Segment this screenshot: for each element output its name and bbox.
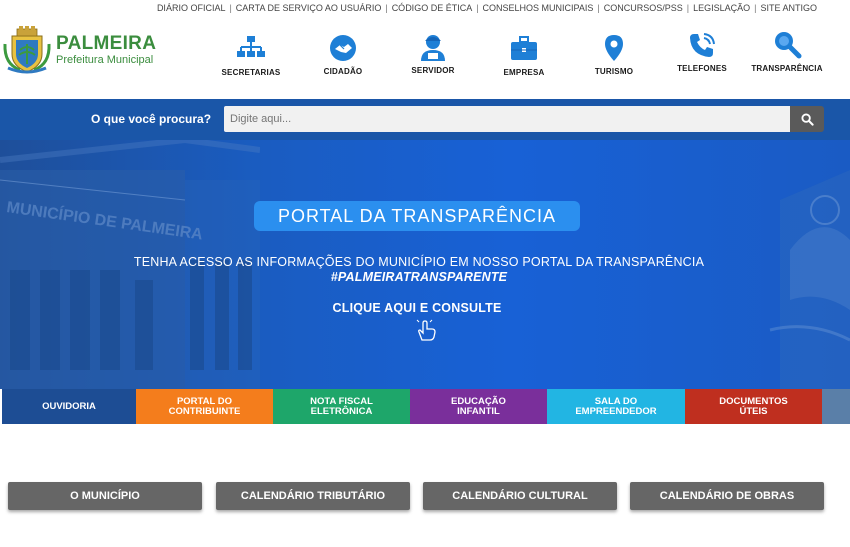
separator: |	[476, 3, 479, 13]
phone-icon	[690, 33, 715, 57]
link-site-antigo[interactable]: SITE ANTIGO	[760, 3, 817, 13]
org-chart-icon	[237, 36, 265, 57]
search-button[interactable]	[790, 106, 824, 132]
button-calendario-cultural[interactable]: CALENDÁRIO CULTURAL	[423, 482, 617, 510]
tab-educacao-infantil[interactable]: EDUCAÇÃO INFANTIL	[410, 389, 547, 424]
magnifier-icon	[775, 32, 802, 59]
nav-secretarias[interactable]: SECRETARIAS	[206, 34, 296, 77]
nav-label: SECRETARIAS	[221, 68, 281, 77]
service-tabs: OUVIDORIA PORTAL DO CONTRIBUINTE NOTA FIS…	[0, 389, 850, 424]
separator: |	[597, 3, 600, 13]
tab-label: PORTAL DO CONTRIBUINTE	[168, 395, 241, 417]
nav-label: SERVIDOR	[411, 66, 455, 75]
nav-telefones[interactable]: TELEFONES	[657, 30, 747, 73]
search-bar: O que você procura?	[0, 99, 850, 140]
page: DIÁRIO OFICIAL | CARTA DE SERVIÇO AO USUÁR…	[0, 0, 850, 547]
separator: |	[229, 3, 232, 13]
tab-label: SALA DO EMPREENDEDOR	[575, 395, 657, 417]
button-calendario-tributario[interactable]: CALENDÁRIO TRIBUTÁRIO	[216, 482, 410, 510]
portal-title: PORTAL DA TRANSPARÊNCIA	[254, 201, 580, 231]
briefcase-icon	[511, 36, 537, 60]
tab-label: EDUCAÇÃO INFANTIL	[451, 395, 506, 417]
nav-empresa[interactable]: EMPRESA	[479, 34, 569, 77]
map-pin-icon	[605, 35, 623, 61]
tab-documentos-uteis[interactable]: DOCUMENTOS ÚTEIS	[685, 389, 822, 424]
link-carta-servico[interactable]: CARTA DE SERVIÇO AO USUÁRIO	[236, 3, 382, 13]
nav-label: TELEFONES	[677, 64, 727, 73]
separator: |	[385, 3, 388, 13]
link-concursos[interactable]: CONCURSOS/PSS	[604, 3, 683, 13]
nav-transparencia[interactable]: TRANSPARÊNCIA	[742, 30, 832, 73]
hand-pointer-icon	[416, 318, 436, 341]
nav-label: EMPRESA	[503, 68, 545, 77]
tab-sala-empreendedor[interactable]: SALA DO EMPREENDEDOR	[547, 389, 685, 424]
nav-label: TRANSPARÊNCIA	[751, 64, 823, 73]
tab-nota-fiscal[interactable]: NOTA FISCAL ELETRÔNICA	[273, 389, 410, 424]
search-label: O que você procura?	[91, 112, 212, 126]
tab-ouvidoria[interactable]: OUVIDORIA	[2, 389, 136, 424]
nav-servidor[interactable]: SERVIDOR	[388, 32, 478, 75]
tab-label: OUVIDORIA	[42, 400, 96, 412]
banner-hashtag: #PALMEIRATRANSPARENTE	[330, 270, 508, 284]
top-links: DIÁRIO OFICIAL | CARTA DE SERVIÇO AO USUÁR…	[157, 3, 817, 13]
tab-portal-contribuinte[interactable]: PORTAL DO CONTRIBUINTE	[136, 389, 273, 424]
link-conselhos[interactable]: CONSELHOS MUNICIPAIS	[483, 3, 594, 13]
transparency-banner[interactable]: MUNICÍPIO DE PALMEIRA PORTAL DA TRANSPAR…	[0, 140, 850, 389]
banner-cta-link[interactable]: CLIQUE AQUI E CONSULTE	[0, 301, 834, 315]
handshake-icon	[330, 35, 356, 61]
separator: |	[754, 3, 757, 13]
search-input[interactable]	[224, 106, 790, 132]
main-nav: SECRETARIAS CIDADÃO SERVIDOR EMPRESA TUR…	[0, 30, 850, 80]
nav-label: CIDADÃO	[323, 67, 363, 76]
worker-icon	[421, 35, 445, 61]
link-legislacao[interactable]: LEGISLAÇÃO	[693, 3, 750, 13]
button-o-municipio[interactable]: O MUNICÍPIO	[8, 482, 202, 510]
tab-label: NOTA FISCAL ELETRÔNICA	[310, 395, 373, 417]
nav-label: TURISMO	[594, 67, 634, 76]
link-codigo-etica[interactable]: CÓDIGO DE ÉTICA	[392, 3, 473, 13]
separator: |	[686, 3, 690, 13]
tab-label: DOCUMENTOS ÚTEIS	[719, 395, 788, 417]
nav-turismo[interactable]: TURISMO	[569, 33, 659, 76]
link-diario-oficial[interactable]: DIÁRIO OFICIAL	[157, 3, 226, 13]
nav-cidadao[interactable]: CIDADÃO	[298, 33, 388, 76]
tab-more[interactable]	[822, 389, 850, 424]
button-calendario-obras[interactable]: CALENDÁRIO DE OBRAS	[630, 482, 824, 510]
banner-description: TENHA ACESSO AS INFORMAÇÕES DO MUNICÍPIO…	[133, 255, 705, 269]
search-icon	[800, 112, 814, 126]
